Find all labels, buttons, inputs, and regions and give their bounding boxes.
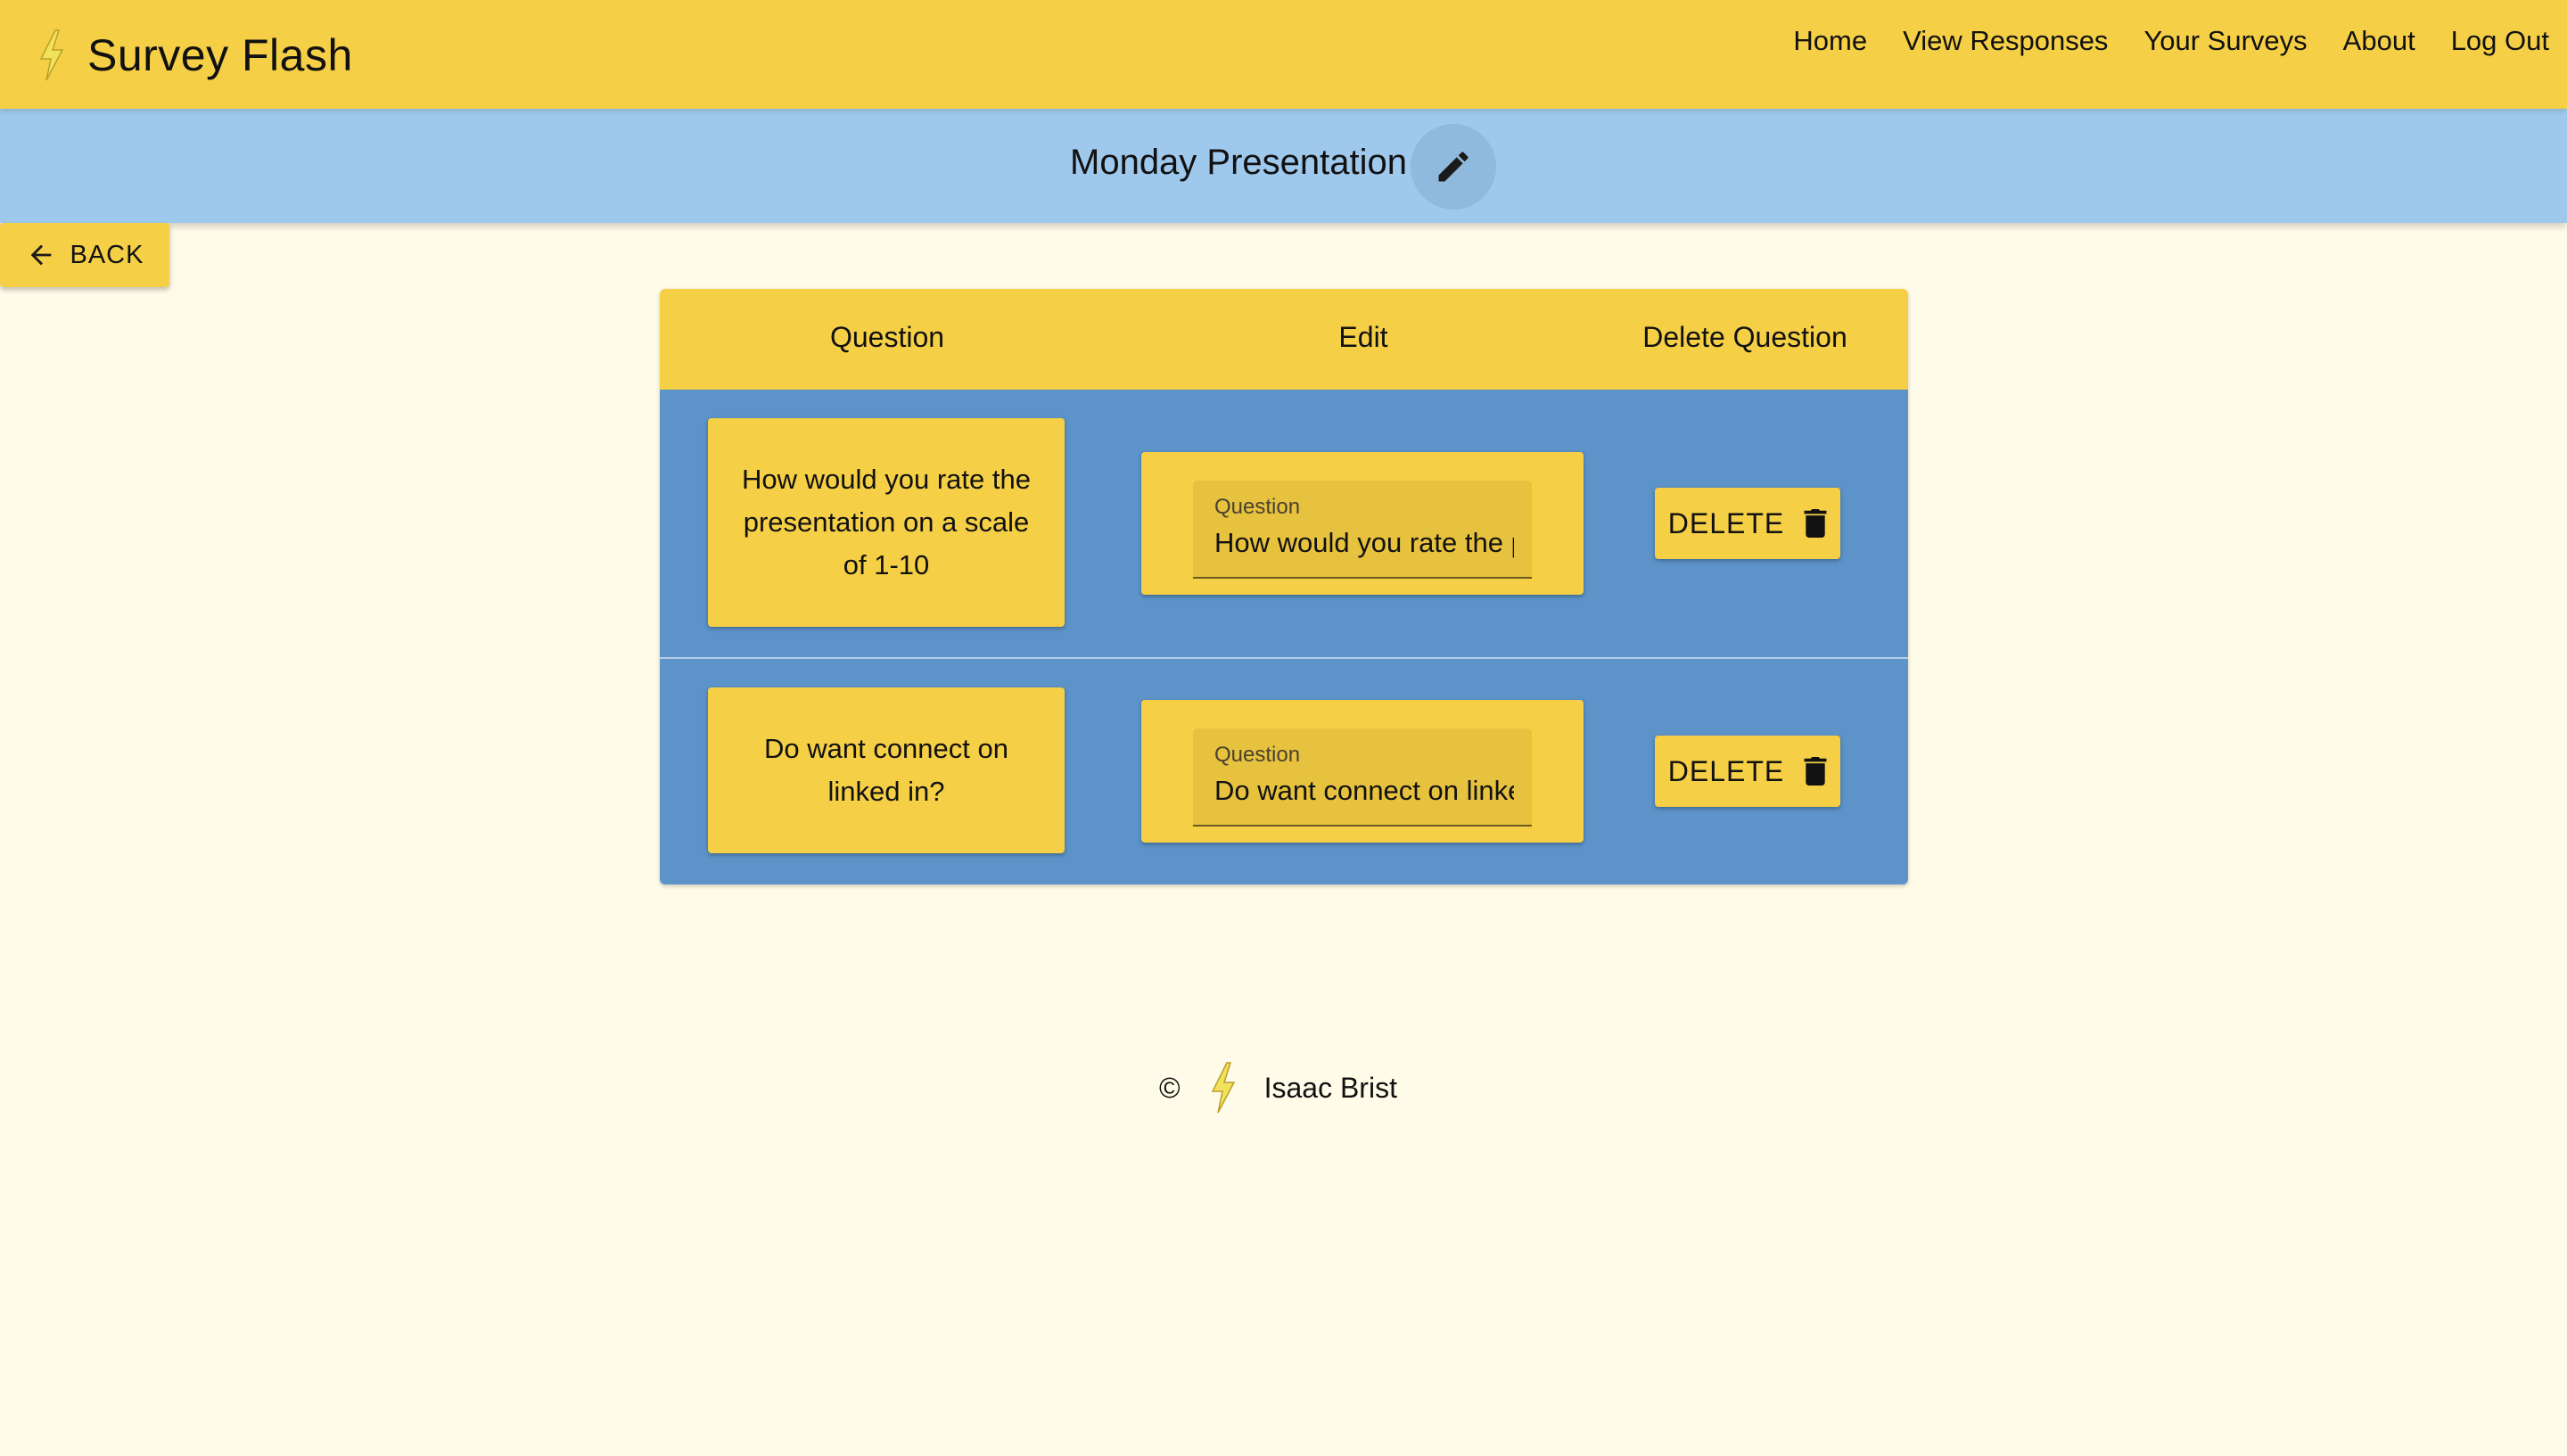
footer-author: Isaac Brist: [1263, 1071, 1397, 1104]
app-header: Survey Flash Home View Responses Your Su…: [0, 0, 2567, 109]
edit-question-card: Question Do want connect on linked in?: [1141, 700, 1584, 843]
copyright-symbol: ©: [1159, 1071, 1181, 1104]
page-footer: © Isaac Brist: [1159, 1061, 1397, 1115]
column-header-question: Question: [829, 321, 945, 353]
question-text-card: Do want connect on linked in?: [708, 687, 1065, 853]
table-header: Question Edit Delete Question: [660, 289, 1908, 390]
delete-question-button[interactable]: DELETE: [1655, 736, 1840, 807]
delete-button-label: DELETE: [1667, 754, 1785, 787]
nav-view-responses[interactable]: View Responses: [1903, 25, 2108, 57]
questions-table: Question Edit Delete Question How would …: [660, 289, 1908, 884]
delete-question-button[interactable]: DELETE: [1655, 488, 1840, 559]
delete-button-label: DELETE: [1667, 506, 1785, 539]
lightning-bolt-icon: [39, 29, 64, 81]
pencil-icon: [1438, 152, 1469, 182]
question-input-label: Question: [1214, 743, 1301, 767]
question-input[interactable]: Question Do want connect on linked in?: [1193, 728, 1532, 827]
table-row: Do want connect on linked in? Question D…: [660, 659, 1908, 884]
question-input-value[interactable]: How would you rate the presentation on a…: [1214, 527, 1514, 559]
arrow-left-icon: [30, 244, 51, 266]
nav-home[interactable]: Home: [1793, 25, 1867, 57]
lightning-bolt-icon: [1211, 1062, 1235, 1114]
trash-icon: [1804, 509, 1827, 538]
survey-title: Monday Presentation: [1070, 143, 1408, 182]
question-input-label: Question: [1214, 495, 1301, 519]
app-title: Survey Flash: [87, 30, 353, 80]
column-header-delete: Delete Question: [1642, 321, 1847, 353]
back-button-label: BACK: [70, 240, 144, 269]
back-button[interactable]: BACK: [0, 223, 169, 287]
edit-question-card: Question How would you rate the presenta…: [1141, 452, 1584, 595]
survey-title-bar: Monday Presentation: [0, 109, 2567, 223]
question-input-value[interactable]: Do want connect on linked in?: [1214, 775, 1514, 807]
trash-icon: [1804, 757, 1827, 786]
nav-your-surveys[interactable]: Your Surveys: [2143, 25, 2307, 57]
top-nav: Home View Responses Your Surveys About L…: [1793, 25, 2549, 57]
nav-about[interactable]: About: [2343, 25, 2415, 57]
brand[interactable]: Survey Flash: [36, 20, 353, 91]
edit-title-button[interactable]: [1411, 124, 1496, 210]
nav-log-out[interactable]: Log Out: [2451, 25, 2549, 57]
question-text-card: How would you rate the presentation on a…: [708, 418, 1065, 627]
table-row: How would you rate the presentation on a…: [660, 390, 1908, 659]
column-header-edit: Edit: [1338, 321, 1388, 353]
question-input[interactable]: Question How would you rate the presenta…: [1193, 481, 1532, 579]
